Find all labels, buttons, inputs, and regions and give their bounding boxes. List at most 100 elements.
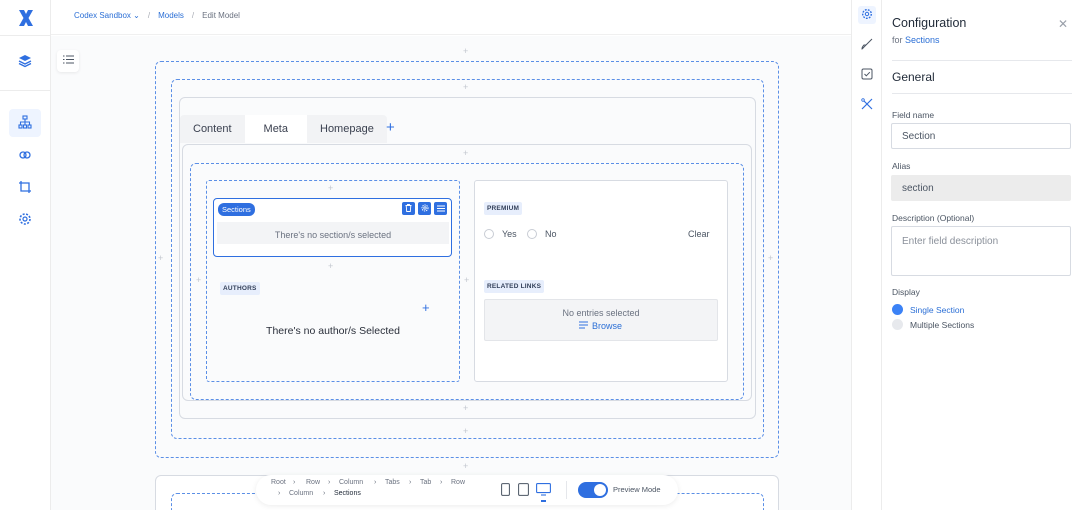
trash-icon [405, 203, 412, 215]
crop-icon [18, 180, 32, 197]
path-column[interactable]: Column [339, 479, 363, 486]
display-label: Display [892, 287, 920, 297]
rail-tools[interactable] [858, 96, 876, 114]
panel-divider [892, 60, 1072, 61]
add-row-icon[interactable]: + [463, 47, 468, 56]
add-row-icon[interactable]: + [463, 83, 468, 92]
panel-title: Configuration [892, 16, 967, 30]
path-tabs[interactable]: Tabs [385, 479, 400, 486]
field-settings-button[interactable] [418, 202, 431, 215]
authors-empty-text: There's no author/s Selected [266, 325, 400, 337]
list-icon [579, 320, 588, 332]
radio-unselected [892, 319, 903, 330]
gear-icon [18, 212, 32, 229]
sidebar-divider [0, 35, 51, 36]
premium-no-radio[interactable] [527, 229, 537, 239]
add-row-icon[interactable]: + [463, 404, 468, 413]
field-name-label: Field name [892, 110, 935, 120]
radio-selected [892, 304, 903, 315]
breadcrumb-models[interactable]: Models [158, 11, 184, 20]
rail-configuration[interactable] [858, 6, 876, 24]
section-heading-general: General [892, 70, 935, 84]
related-links-empty-text: No entries selected [562, 308, 640, 318]
close-icon[interactable]: ✕ [1058, 17, 1068, 31]
add-row-icon[interactable]: + [463, 149, 468, 158]
sidebar-item-settings[interactable] [9, 206, 41, 234]
layers-icon [17, 53, 33, 72]
sidebar-item-models[interactable] [9, 109, 41, 137]
premium-no-label: No [545, 229, 557, 239]
path-root[interactable]: Root [271, 479, 286, 486]
add-column-icon[interactable]: + [768, 254, 773, 263]
breadcrumb-current: Edit Model [202, 11, 240, 20]
sections-field-badge: Sections [218, 203, 255, 216]
field-name-input[interactable]: Section [891, 123, 1071, 149]
panel-subtitle-prefix: for [892, 35, 903, 45]
breadcrumb-separator: / [147, 11, 151, 20]
drag-field-button[interactable] [434, 202, 447, 215]
outline-toggle-button[interactable] [57, 50, 79, 72]
tools-icon [861, 97, 873, 113]
sections-empty-text: There's no section/s selected [217, 222, 449, 244]
add-column-icon[interactable]: + [158, 254, 163, 263]
chevron-right-icon: › [440, 479, 443, 486]
add-author-icon[interactable]: + [422, 300, 430, 315]
model-canvas: + + + + + + + + + + + + Sections There's… [51, 36, 851, 510]
display-option-single-label: Single Section [910, 304, 965, 315]
brush-icon [861, 38, 873, 53]
gear-icon [421, 203, 429, 215]
left-sidebar [0, 0, 51, 510]
preview-mode-toggle[interactable] [578, 482, 608, 498]
path-tab[interactable]: Tab [420, 479, 431, 486]
toggle-knob [594, 484, 606, 496]
add-column-icon[interactable]: + [464, 276, 469, 285]
display-option-single[interactable]: Single Section [892, 304, 964, 315]
desktop-view-icon[interactable] [536, 483, 551, 500]
description-textarea[interactable]: Enter field description [891, 226, 1071, 276]
path-column[interactable]: Column [289, 490, 313, 497]
browse-label: Browse [592, 321, 623, 331]
chevron-right-icon: › [328, 479, 331, 486]
sidebar-item-layers[interactable] [9, 48, 41, 76]
chevron-down-icon: ⌄ [133, 11, 140, 20]
add-tab-icon[interactable]: + [386, 120, 395, 135]
sidebar-item-links[interactable] [9, 142, 41, 170]
add-field-icon[interactable]: + [328, 262, 333, 271]
rail-appearance[interactable] [858, 36, 876, 54]
path-sections[interactable]: Sections [334, 490, 361, 497]
path-row[interactable]: Row [306, 479, 320, 486]
chevron-right-icon: › [293, 479, 296, 486]
display-option-multiple[interactable]: Multiple Sections [892, 319, 974, 330]
sidebar-item-crop[interactable] [9, 174, 41, 202]
display-option-multiple-label: Multiple Sections [910, 319, 975, 330]
app-logo-icon[interactable] [16, 8, 36, 28]
path-row[interactable]: Row [451, 479, 465, 486]
rail-validation[interactable] [858, 66, 876, 84]
delete-field-button[interactable] [402, 202, 415, 215]
menu-icon [436, 203, 445, 215]
premium-yes-label: Yes [502, 229, 517, 239]
alias-label: Alias [892, 161, 911, 171]
breadcrumb-workspace[interactable]: Codex Sandbox ⌄ [74, 11, 140, 20]
browse-button[interactable]: Browse [579, 320, 622, 332]
hierarchy-icon [18, 114, 32, 132]
add-field-icon[interactable]: + [328, 184, 333, 193]
tab-content[interactable]: Content [180, 115, 245, 143]
breadcrumb: Codex Sandbox ⌄ / Models / Edit Model [74, 11, 240, 20]
tab-homepage[interactable]: Homepage [307, 115, 387, 143]
add-row-icon[interactable]: + [463, 462, 468, 471]
premium-clear-button[interactable]: Clear [688, 229, 710, 239]
tablet-view-icon[interactable] [518, 483, 529, 499]
top-bar: Codex Sandbox ⌄ / Models / Edit Model [51, 0, 851, 35]
breadcrumb-separator: / [191, 11, 195, 20]
mobile-view-icon[interactable] [501, 483, 510, 499]
premium-yes-radio[interactable] [484, 229, 494, 239]
configuration-panel: Configuration for Sections ✕ General Fie… [882, 0, 1080, 510]
add-column-icon[interactable]: + [196, 276, 201, 285]
tab-meta[interactable]: Meta [244, 115, 307, 143]
add-row-icon[interactable]: + [463, 427, 468, 436]
toolbar-divider [566, 481, 567, 499]
premium-field-badge: PREMIUM [484, 202, 523, 215]
panel-subtitle-link[interactable]: Sections [905, 35, 940, 45]
gear-icon [861, 8, 873, 23]
